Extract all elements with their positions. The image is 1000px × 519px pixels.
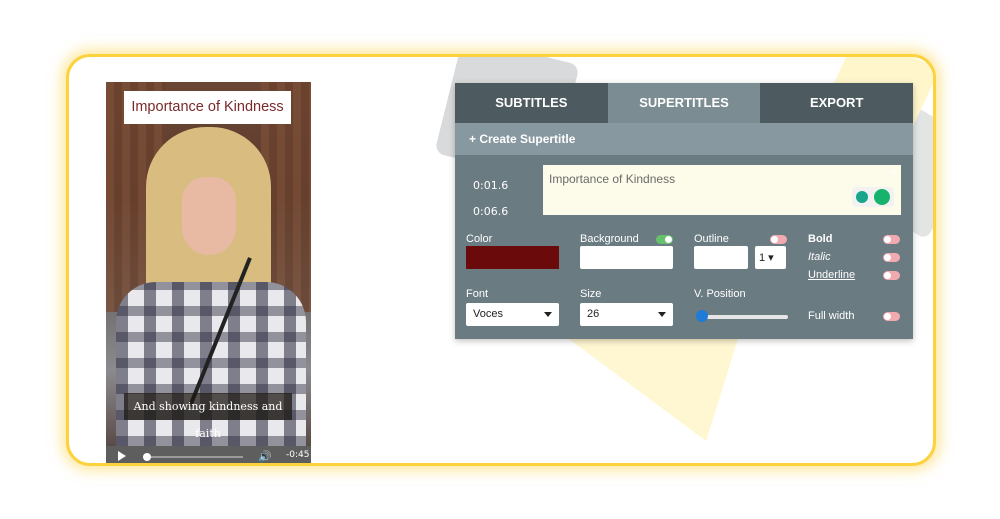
background-toggle[interactable] [656, 235, 673, 244]
size-label: Size [580, 288, 602, 300]
italic-toggle[interactable] [883, 253, 900, 262]
bold-toggle[interactable] [883, 235, 900, 244]
entry-times: 0:01.6 0:06.6 [473, 173, 508, 225]
fullwidth-label: Full width [808, 310, 855, 322]
video-preview[interactable]: Importance of Kindness And showing kindn… [106, 82, 311, 463]
background-label: Background [580, 233, 639, 245]
start-time[interactable]: 0:01.6 [473, 173, 508, 199]
chevron-down-icon [658, 312, 666, 317]
font-select[interactable]: Voces [466, 303, 559, 326]
font-label: Font [466, 288, 489, 300]
vposition-slider-handle[interactable] [696, 310, 708, 322]
underline-toggle[interactable] [883, 271, 900, 280]
outline-label: Outline [694, 233, 729, 245]
seek-bar[interactable] [143, 456, 243, 458]
tab-export[interactable]: EXPORT [760, 83, 914, 123]
grammar-extension-widget[interactable] [852, 187, 894, 207]
tab-subtitles[interactable]: SUBTITLES [455, 83, 608, 123]
subtitle-overlay: And showing kindness and faith [124, 393, 292, 440]
create-supertitle-button[interactable]: + Create Supertitle [455, 123, 913, 155]
size-select[interactable]: 26 [580, 303, 673, 326]
video-player-controls: 🔊 -0:45 [106, 446, 311, 463]
vposition-label: V. Position [694, 288, 746, 300]
grammarly-icon[interactable] [874, 189, 890, 205]
supertitle-text-field[interactable]: Importance of Kindness [543, 165, 901, 215]
app-frame: Importance of Kindness And showing kindn… [66, 54, 936, 466]
tab-bar: SUBTITLES SUPERTITLES EXPORT [455, 83, 914, 123]
editor-panel: SUBTITLES SUPERTITLES EXPORT + Create Su… [455, 83, 914, 339]
background-color-field[interactable] [580, 246, 673, 269]
italic-label: Italic [808, 251, 831, 263]
lightbulb-icon[interactable] [856, 191, 868, 203]
time-remaining: -0:45 [286, 450, 310, 460]
color-label: Color [466, 233, 493, 245]
bold-label: Bold [808, 233, 833, 245]
outline-width-select[interactable]: 1 ▾ [755, 246, 786, 269]
supertitle-overlay: Importance of Kindness [124, 91, 291, 124]
chevron-down-icon [544, 312, 552, 317]
end-time[interactable]: 0:06.6 [473, 199, 508, 225]
fullwidth-toggle[interactable] [883, 312, 900, 321]
outline-toggle[interactable] [770, 235, 787, 244]
underline-label: Underline [808, 269, 856, 281]
tab-supertitles[interactable]: SUPERTITLES [607, 83, 761, 123]
seek-handle[interactable] [143, 453, 151, 461]
play-icon[interactable] [118, 451, 126, 461]
outline-color-field[interactable] [694, 246, 748, 269]
volume-icon[interactable]: 🔊 [258, 450, 272, 463]
vposition-slider[interactable] [699, 315, 788, 319]
close-icon[interactable]: × [891, 168, 897, 179]
color-swatch[interactable] [466, 246, 559, 269]
